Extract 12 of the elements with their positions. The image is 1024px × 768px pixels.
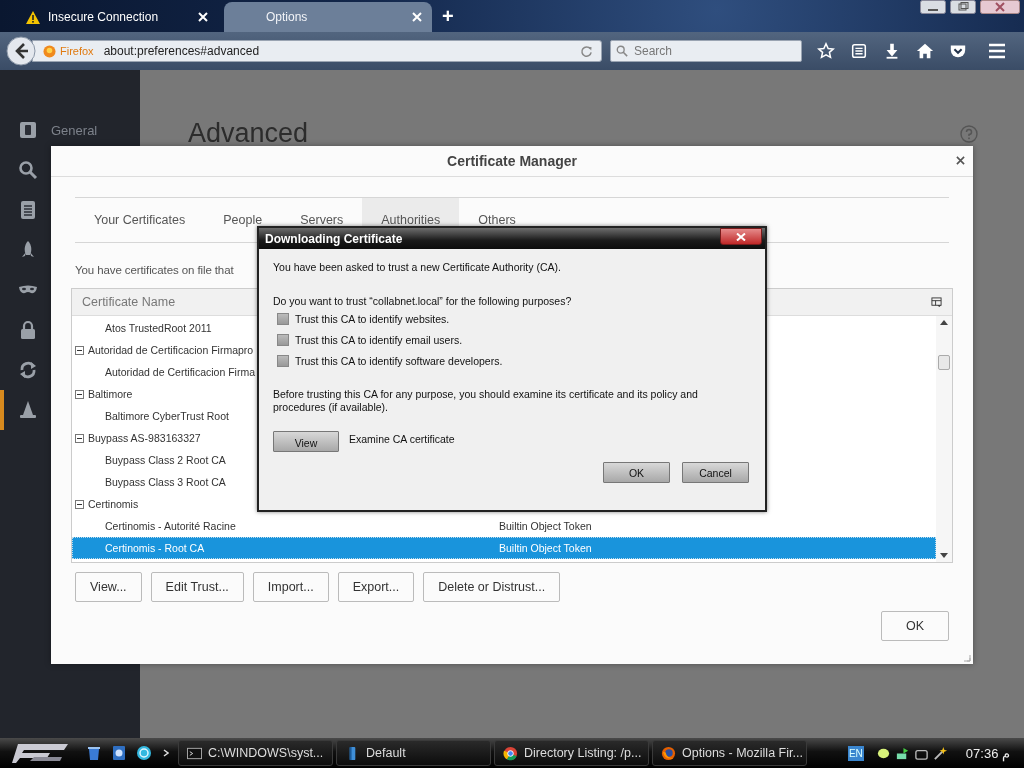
- advice-text: Before trusting this CA for any purpose, you should examine its certificate and its policy and procedures (if available).: [273, 388, 699, 414]
- page-heading: Advanced: [188, 118, 309, 149]
- group-name: Autoridad de Certificacion Firmapro: [88, 344, 254, 356]
- group-name: Certinomis: [88, 498, 139, 510]
- view-caption: Examine CA certificate: [349, 432, 455, 445]
- clock: 07:36 م: [965, 745, 1010, 761]
- group-name: Baltimore: [88, 388, 133, 400]
- group-name: Buypass AS-983163327: [88, 432, 201, 444]
- dialog-title: Certificate Manager: [447, 153, 577, 169]
- question-text: Do you want to trust “collabnet.local” for the following purposes?: [273, 295, 573, 308]
- description-text: You have certificates on file that: [75, 264, 234, 276]
- intro-text: You have been asked to trust a new Certificate Authority (CA).: [273, 261, 562, 274]
